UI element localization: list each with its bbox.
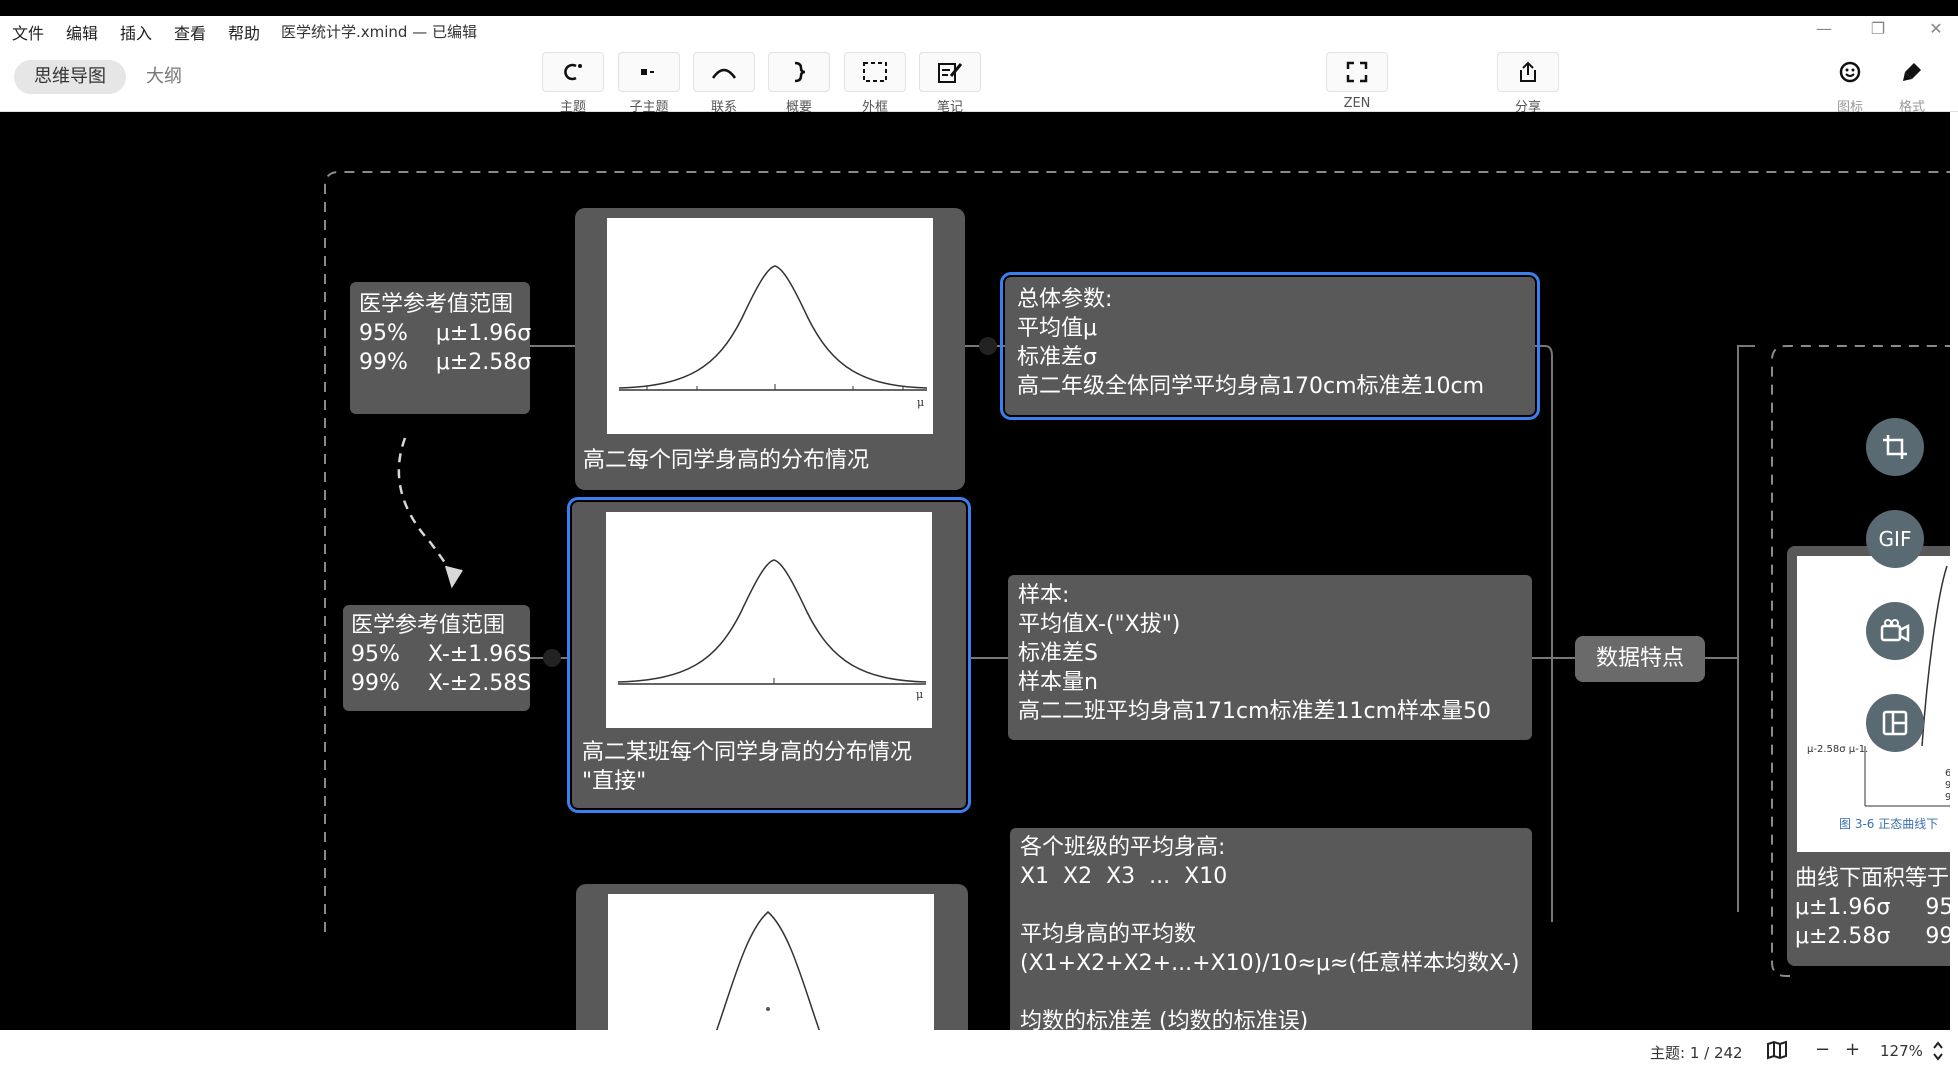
connector (1737, 345, 1755, 412)
relationship-line (397, 437, 456, 584)
zoom-level[interactable]: 127% (1880, 1042, 1923, 1060)
zoom-out-button[interactable]: − (1815, 1039, 1830, 1060)
boundary-tool[interactable]: 外框 (843, 52, 907, 115)
population-params-node[interactable]: 总体参数: 平均值μ 标准差σ 高二年级全体同学平均身高170cm标准差10cm (1000, 272, 1540, 420)
relationship-tool[interactable]: 联系 (692, 52, 756, 115)
minimize-button[interactable]: — (1812, 19, 1836, 38)
figure-caption: 图 3-6 正态曲线下 (1839, 817, 1938, 831)
topic-tool[interactable]: 主题 (541, 52, 605, 115)
image-topic-class-distribution[interactable]: μ 高二某班每个同学身高的分布情况 "直接" (567, 497, 971, 813)
share-tool[interactable]: 分享 (1496, 52, 1560, 115)
subtopic-icon (618, 52, 680, 92)
node-text: 总体参数: 平均值μ 标准差σ 高二年级全体同学平均身高170cm标准差10cm (1017, 287, 1485, 399)
relationship-icon (693, 52, 755, 92)
image-topic-grade-distribution[interactable]: μ 高二每个同学身高的分布情况 (575, 208, 965, 490)
topic-icon (542, 52, 604, 92)
figure-left-label: μ-2.58σ μ-1. (1807, 744, 1868, 755)
boundary-icon (844, 52, 906, 92)
sample-params-node[interactable]: 样本: 平均值X-("X拔") 标准差S 样本量n 高二二班平均身高171cm标… (1008, 575, 1532, 740)
share-icon (1497, 52, 1559, 92)
normal-curve-image: μ (607, 218, 933, 434)
narrow-normal-curve-image (608, 894, 934, 1030)
menu-edit[interactable]: 编辑 (66, 20, 98, 44)
ref-range-population-node[interactable]: 医学参考值范围 95% μ±1.96σ 99% μ±2.58σ (350, 282, 532, 414)
area-under-curve-node[interactable]: μ-2.58σ μ-1. 68 95 99 图 3-6 正态曲线下 曲线下面积等… (1787, 546, 1950, 966)
class-means-node[interactable]: 各个班级的平均身高: X1 X2 X3 ... X10 平均身高的平均数 (X1… (1010, 828, 1532, 1030)
smiley-icon (1819, 52, 1881, 92)
gif-button[interactable]: GIF (1866, 510, 1924, 568)
menu-bar: 文件 编辑 插入 查看 帮助 医学统计学.xmind — 已编辑 — ❐ ✕ (0, 16, 1958, 44)
ref-range-sample-node[interactable]: 医学参考值范围 95% X-±1.96S 99% X-±2.58S (343, 605, 532, 711)
relationship-arrow (445, 565, 463, 589)
node-text: 医学参考值范围 95% μ±1.96σ 99% μ±2.58σ (359, 292, 532, 375)
node-caption: 高二某班每个同学身高的分布情况 "直接" (582, 740, 913, 794)
collapse-dot[interactable] (979, 337, 997, 355)
restore-button[interactable]: ❐ (1866, 19, 1890, 38)
node-text: 曲线下面积等于 μ±1.96σ 95% μ±2.58σ 99% (1795, 866, 1950, 949)
node-text: 医学参考值范围 95% X-±1.96S 99% X-±2.58S (351, 613, 532, 696)
mu-axis-label: μ (917, 396, 924, 409)
toolbar: 思维导图 大纲 主题 子主题 联系 概要 外框 笔记 ZEN 分享 图标 格式 (0, 44, 1958, 115)
tab-mindmap[interactable]: 思维导图 (14, 60, 126, 94)
layout-icon[interactable] (1866, 694, 1924, 752)
tool-label: ZEN (1343, 96, 1371, 111)
zoom-stepper-icon[interactable] (1932, 1040, 1944, 1065)
close-button[interactable]: ✕ (1924, 19, 1948, 38)
node-caption: 高二每个同学身高的分布情况 (583, 448, 870, 473)
top-black-bar (0, 0, 1958, 16)
document-title: 医学统计学.xmind — 已编辑 (281, 23, 477, 41)
xmind-window: 文件 编辑 插入 查看 帮助 医学统计学.xmind — 已编辑 — ❐ ✕ 思… (0, 16, 1958, 1052)
zen-tool[interactable]: ZEN (1325, 52, 1389, 111)
image-topic-means-distribution[interactable] (576, 884, 968, 1030)
camera-icon[interactable] (1866, 602, 1924, 660)
status-bar: 主题: 1 / 242 − + 127% (0, 1036, 1958, 1068)
connectors-layer (324, 171, 1950, 977)
menu-help[interactable]: 帮助 (228, 20, 260, 44)
crop-icon[interactable] (1866, 418, 1924, 476)
icon-panel-tool[interactable]: 图标 (1818, 52, 1882, 115)
menu-file[interactable]: 文件 (12, 20, 44, 44)
collapse-dot[interactable] (543, 649, 561, 667)
menu-insert[interactable]: 插入 (120, 20, 152, 44)
mu-axis-label: μ (916, 688, 923, 701)
zoom-in-button[interactable]: + (1845, 1039, 1860, 1060)
connector (1535, 345, 1553, 922)
summary-tool[interactable]: 概要 (767, 52, 831, 115)
summary-brace-icon (768, 52, 830, 92)
topic-count: 主题: 1 / 242 (1650, 1044, 1743, 1062)
tab-outline[interactable]: 大纲 (138, 60, 190, 94)
node-text: 样本: 平均值X-("X拔") 标准差S 样本量n 高二二班平均身高171cm标… (1018, 583, 1492, 724)
format-brush-icon (1881, 52, 1943, 92)
node-text: 各个班级的平均身高: X1 X2 X3 ... X10 平均身高的平均数 (X1… (1020, 835, 1520, 1030)
subtopic-tool[interactable]: 子主题 (617, 52, 681, 115)
vertical-scrollbar[interactable] (1950, 112, 1958, 1030)
menu-view[interactable]: 查看 (174, 20, 206, 44)
zen-fullscreen-icon (1326, 52, 1388, 92)
map-view-icon[interactable] (1766, 1040, 1788, 1064)
data-features-node[interactable]: 数据特点 (1575, 636, 1705, 682)
mindmap-canvas[interactable]: 医学参考值范围 95% μ±1.96σ 99% μ±2.58σ 医学参考值范围 … (0, 112, 1950, 1030)
normal-curve-image: μ (606, 512, 932, 728)
note-tool[interactable]: 笔记 (918, 52, 982, 115)
format-panel-tool[interactable]: 格式 (1880, 52, 1944, 115)
note-icon (919, 52, 981, 92)
